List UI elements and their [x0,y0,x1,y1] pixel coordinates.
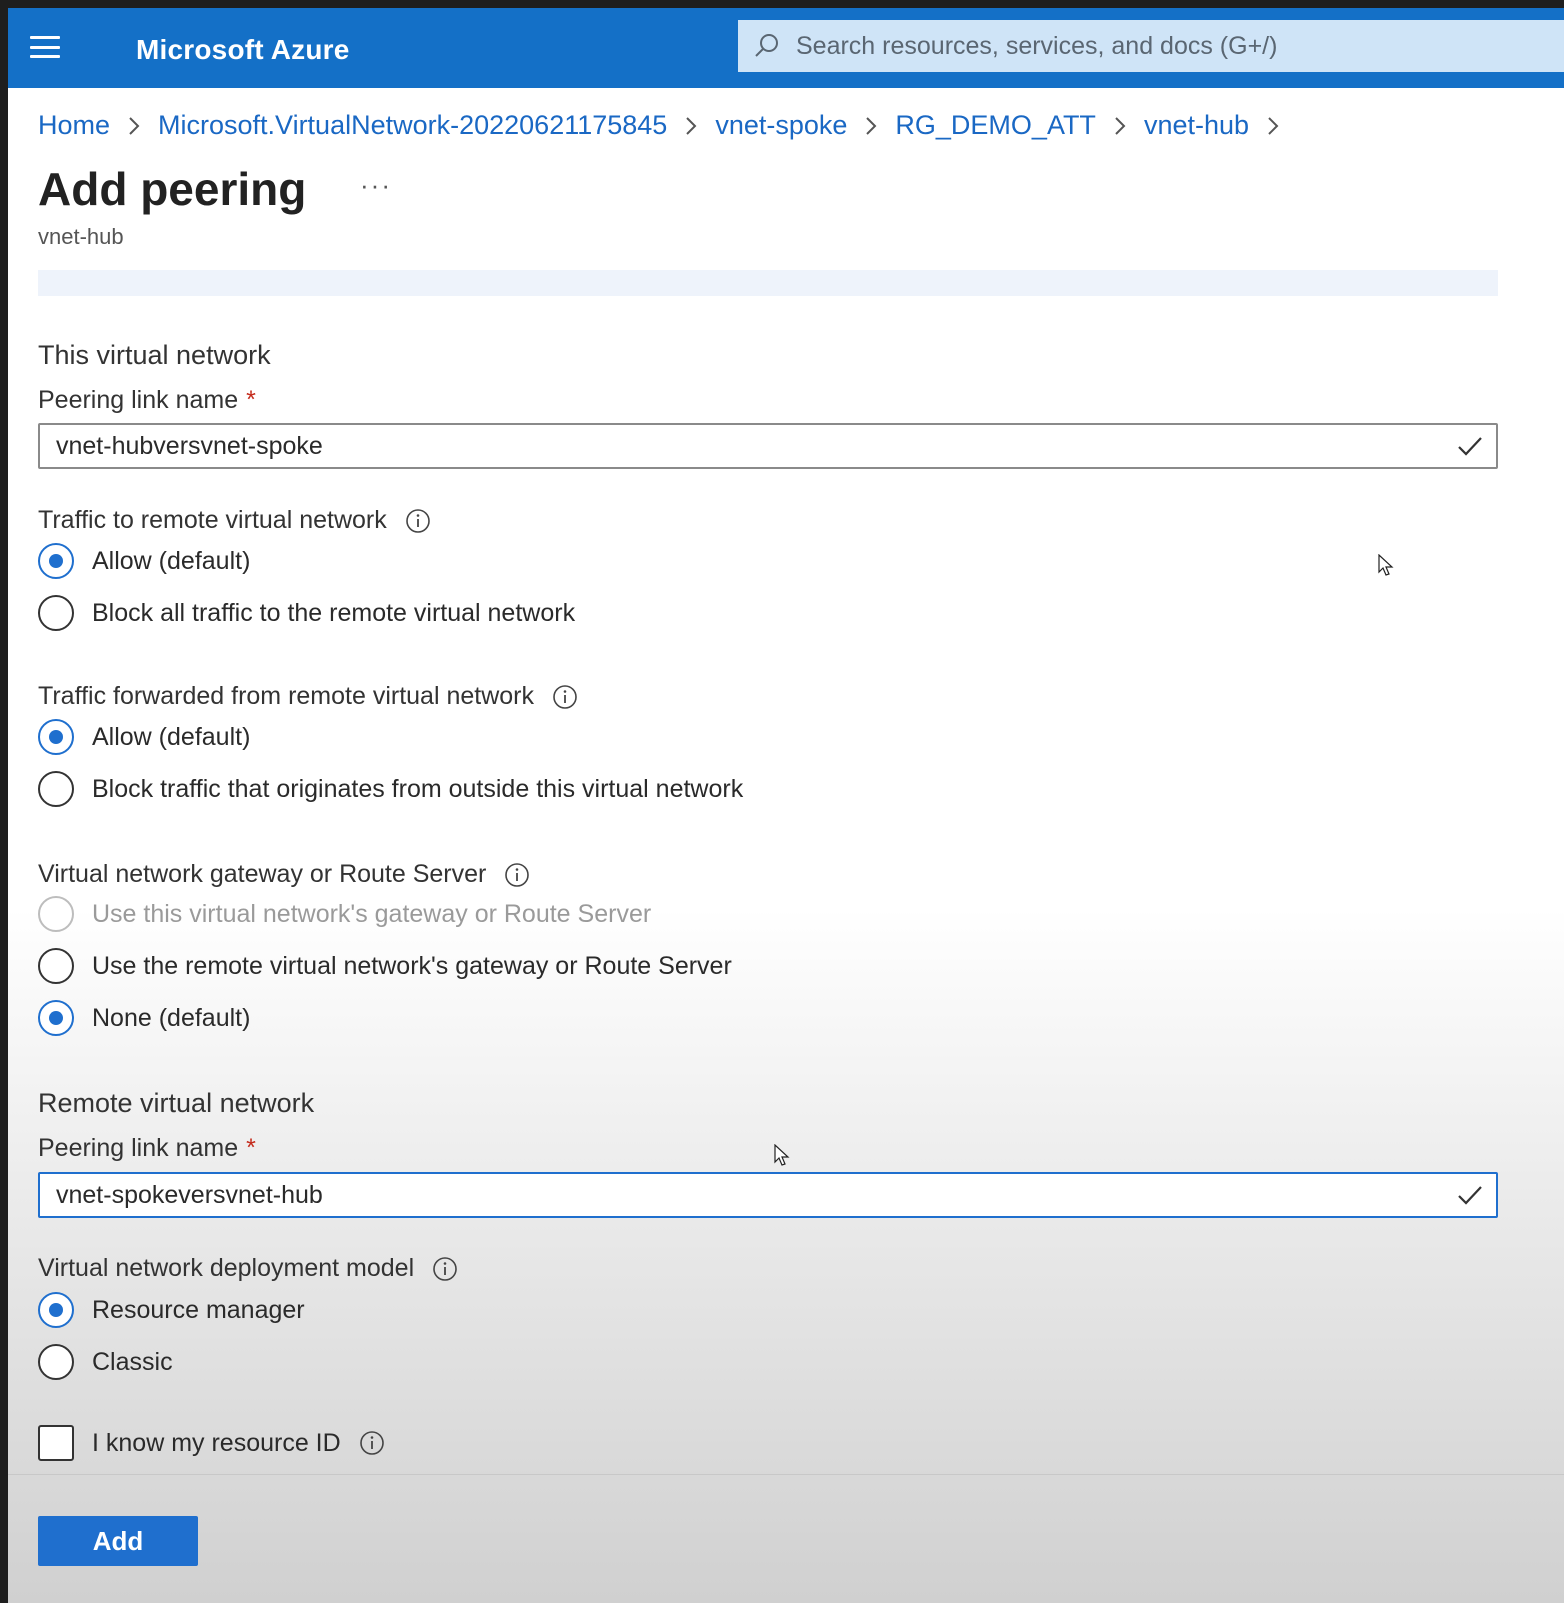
radio-label: Block traffic that originates from outsi… [92,774,744,803]
deployment-model-label: Virtual network deployment model [38,1254,458,1283]
peering-link-name-label: Peering link name * [38,386,256,415]
radio-label: Allow (default) [92,546,251,575]
breadcrumb-home[interactable]: Home [38,110,110,141]
resource-id-checkbox[interactable] [38,1425,74,1461]
label-text: Peering link name [38,1134,239,1162]
radio-gateway-use-remote[interactable]: Use the remote virtual network's gateway… [38,948,732,984]
radio-gateway-use-this: Use this virtual network's gateway or Ro… [38,896,651,932]
required-mark: * [246,1134,256,1162]
breadcrumb: Home Microsoft.VirtualNetwork-2022062117… [38,110,1297,141]
radio-label: None (default) [92,1003,251,1032]
brand-title[interactable]: Microsoft Azure [136,34,350,66]
search-input[interactable]: Search resources, services, and docs (G+… [738,20,1564,72]
radio-button[interactable] [38,1344,74,1380]
mouse-cursor-icon [1378,554,1394,576]
info-icon[interactable] [359,1430,385,1456]
traffic-to-remote-label: Traffic to remote virtual network [38,506,431,535]
radio-traffic-forwarded-block[interactable]: Block traffic that originates from outsi… [38,771,743,807]
breadcrumb-resource-group[interactable]: RG_DEMO_ATT [895,110,1096,141]
breadcrumb-vnet-hub[interactable]: vnet-hub [1144,110,1249,141]
section-remote-network: Remote virtual network [38,1088,315,1118]
mouse-cursor-icon [774,1144,790,1166]
radio-button[interactable] [38,948,74,984]
menu-icon[interactable] [30,36,60,58]
radio-label: Classic [92,1347,173,1376]
info-icon[interactable] [552,684,578,710]
label-text: Virtual network deployment model [38,1254,415,1282]
info-icon[interactable] [405,508,431,534]
radio-button-selected[interactable] [38,1292,74,1328]
chevron-right-icon [129,116,140,135]
breadcrumb-deployment[interactable]: Microsoft.VirtualNetwork-20220621175845 [158,110,667,141]
radio-label: Allow (default) [92,722,251,751]
radio-gateway-none[interactable]: None (default) [38,1000,250,1036]
add-button[interactable]: Add [38,1516,198,1566]
label-text: Virtual network gateway or Route Server [38,860,487,888]
main-content: Home Microsoft.VirtualNetwork-2022062117… [8,88,1564,1603]
input-value: vnet-hubversvnet-spoke [56,431,323,460]
radio-label: Use the remote virtual network's gateway… [92,951,732,980]
label-text: Traffic forwarded from remote virtual ne… [38,682,534,710]
label-text: Traffic to remote virtual network [38,506,387,534]
remote-peering-link-name-input[interactable]: vnet-spokeversvnet-hub [38,1172,1498,1218]
more-options-button[interactable]: ··· [360,170,392,201]
checkbox-label: I know my resource ID [92,1428,341,1457]
radio-button-selected[interactable] [38,719,74,755]
this-peering-link-name-input[interactable]: vnet-hubversvnet-spoke [38,423,1498,469]
loading-bar [38,270,1498,296]
label-text: Peering link name [38,386,239,414]
section-this-network: This virtual network [38,340,271,370]
gateway-label: Virtual network gateway or Route Server [38,860,530,889]
remote-peering-link-name-label: Peering link name * [38,1134,256,1163]
radio-label: Resource manager [92,1295,305,1324]
radio-button[interactable] [38,595,74,631]
radio-traffic-to-remote-block[interactable]: Block all traffic to the remote virtual … [38,595,575,631]
page-subtitle: vnet-hub [38,224,124,249]
radio-button-selected[interactable] [38,543,74,579]
radio-traffic-to-remote-allow[interactable]: Allow (default) [38,543,250,579]
radio-deployment-classic[interactable]: Classic [38,1344,173,1380]
checkmark-icon [1458,1186,1482,1205]
info-icon[interactable] [504,862,530,888]
breadcrumb-vnet-spoke[interactable]: vnet-spoke [715,110,847,141]
radio-button-selected[interactable] [38,1000,74,1036]
radio-button-disabled [38,896,74,932]
chevron-right-icon [1268,116,1279,135]
app-frame: Microsoft Azure Search resources, servic… [0,0,1564,1603]
traffic-forwarded-label: Traffic forwarded from remote virtual ne… [38,682,578,711]
input-value: vnet-spokeversvnet-hub [56,1180,323,1209]
required-mark: * [246,386,256,414]
search-placeholder: Search resources, services, and docs (G+… [796,31,1278,60]
resource-id-checkbox-row[interactable]: I know my resource ID [38,1425,385,1461]
radio-label: Block all traffic to the remote virtual … [92,598,576,627]
radio-traffic-forwarded-allow[interactable]: Allow (default) [38,719,250,755]
chevron-right-icon [1115,116,1126,135]
radio-label: Use this virtual network's gateway or Ro… [92,899,652,928]
checkmark-icon [1458,437,1482,456]
search-icon [755,34,778,57]
footer-divider [8,1474,1564,1475]
chevron-right-icon [866,116,877,135]
radio-button[interactable] [38,771,74,807]
top-bar: Microsoft Azure Search resources, servic… [8,8,1564,88]
page-title: Add peering [38,163,307,215]
radio-deployment-resource-manager[interactable]: Resource manager [38,1292,305,1328]
chevron-right-icon [686,116,697,135]
info-icon[interactable] [432,1256,458,1282]
